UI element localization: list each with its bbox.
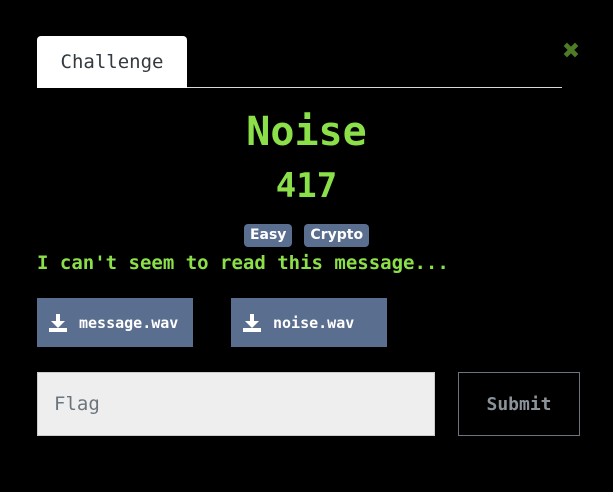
download-icon [49, 313, 67, 333]
submit-label: Submit [486, 393, 552, 415]
close-icon[interactable]: ✖ [559, 40, 583, 64]
download-icon [243, 313, 261, 333]
submit-button[interactable]: Submit [458, 372, 580, 436]
tag-difficulty: Easy [243, 224, 293, 247]
modal-tab-bar: Challenge [37, 36, 562, 88]
download-message-wav-button[interactable]: message.wav [37, 298, 193, 347]
challenge-name: Noise [246, 109, 367, 155]
tab-challenge[interactable]: Challenge [37, 36, 187, 88]
download-noise-wav-button[interactable]: noise.wav [231, 298, 387, 347]
challenge-description: I can't seem to read this message... [37, 252, 449, 274]
close-glyph: ✖ [561, 39, 581, 64]
challenge-value: 417 [275, 166, 338, 206]
challenge-tags: Easy Crypto [0, 224, 613, 247]
file-name: noise.wav [273, 313, 355, 332]
file-name: message.wav [79, 313, 179, 332]
tag-category: Crypto [304, 224, 370, 247]
tab-challenge-label: Challenge [60, 51, 164, 73]
flag-input[interactable] [37, 372, 435, 436]
